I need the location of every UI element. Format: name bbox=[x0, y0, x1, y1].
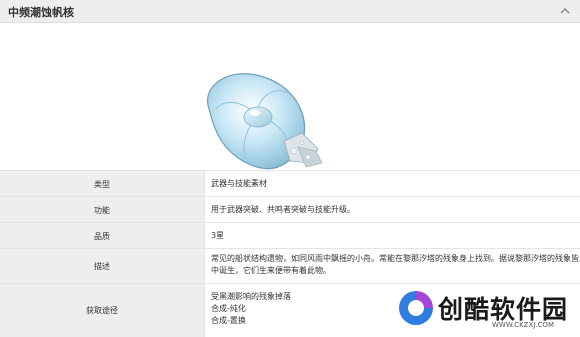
description-label: 描述 bbox=[94, 262, 110, 271]
function-value: 用于武器突破、共鸣者突破与技能升级。 bbox=[211, 205, 355, 214]
detail-row-rarity: 品质 3星 bbox=[0, 222, 580, 248]
source-list: 受黑潮影响的残象掉落 合成-纯化 合成-置换 bbox=[211, 291, 291, 327]
function-label: 功能 bbox=[94, 206, 110, 215]
rarity-value: 3星 bbox=[211, 231, 225, 240]
detail-row-function: 功能 用于武器突破、共鸣者突破与技能升级。 bbox=[0, 196, 580, 222]
source-item: 受黑潮影响的残象掉落 bbox=[211, 292, 291, 301]
description-line: 常见的船状结构遗物，如同风雨中飘摇的小舟。常能在黎那汐塔的残象身上找到。据说黎那… bbox=[211, 254, 580, 263]
watermark-logo-icon bbox=[399, 291, 433, 325]
description-value: 常见的船状结构遗物，如同风雨中飘摇的小舟。常能在黎那汐塔的残象身上找到。据说黎那… bbox=[211, 253, 580, 277]
section-header[interactable]: 中频潮蚀帆核 bbox=[0, 0, 580, 23]
sail-core-item-image bbox=[207, 73, 323, 170]
source-item: 合成-置换 bbox=[211, 316, 246, 325]
watermark: 创酷软件园 WWW.CKZXJ.COM bbox=[396, 288, 580, 336]
item-image-area bbox=[0, 23, 580, 170]
type-value: 武器与技能素材 bbox=[211, 179, 267, 188]
source-label: 获取途径 bbox=[86, 306, 118, 315]
detail-row-description: 描述 常见的船状结构遗物，如同风雨中飘摇的小舟。常能在黎那汐塔的残象身上找到。据… bbox=[0, 248, 580, 283]
chevron-up-icon[interactable] bbox=[558, 4, 572, 18]
description-line: 中诞生，它们生来便带有着此物。 bbox=[211, 266, 331, 275]
type-label: 类型 bbox=[94, 180, 110, 189]
rarity-label: 品质 bbox=[94, 232, 110, 241]
watermark-url: WWW.CKZXJ.COM bbox=[492, 321, 554, 329]
source-item: 合成-纯化 bbox=[211, 304, 246, 313]
page-title: 中频潮蚀帆核 bbox=[8, 6, 74, 19]
detail-row-type: 类型 武器与技能素材 bbox=[0, 170, 580, 196]
